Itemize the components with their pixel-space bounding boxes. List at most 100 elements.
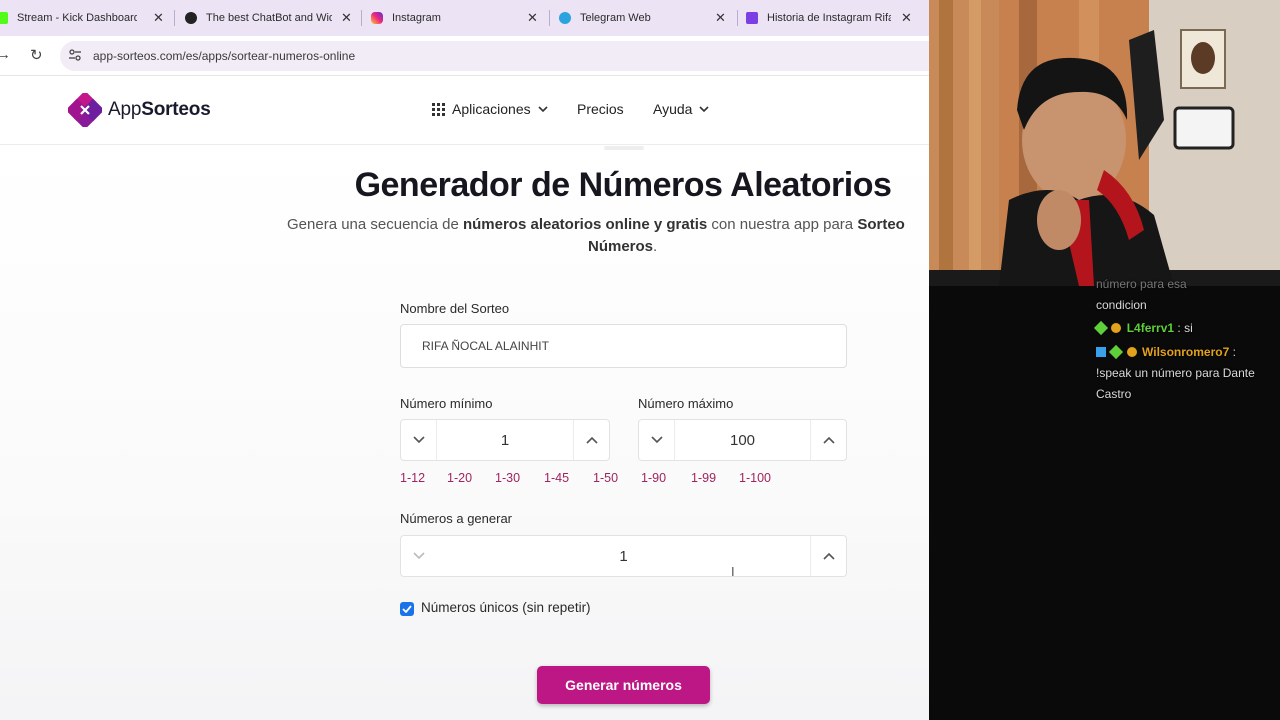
unique-numbers-checkbox[interactable] xyxy=(400,602,414,616)
brand-light: App xyxy=(108,99,142,120)
decrement-button[interactable] xyxy=(639,420,675,460)
close-tab-icon[interactable]: ✕ xyxy=(153,10,164,26)
min-number-stepper: 1 xyxy=(400,419,610,461)
stream-chat-overlay: número para esa condicion L4ferrv1 : si … xyxy=(929,277,1280,720)
chat-username: Wilsonromero7 xyxy=(1142,345,1230,359)
preset-range-link[interactable]: 1-90 xyxy=(641,471,666,485)
increment-button[interactable] xyxy=(810,536,846,576)
instagram-favicon-icon xyxy=(371,12,383,24)
tab-chatbot[interactable]: The best ChatBot and Wid ✕ xyxy=(185,0,355,36)
browser-toolbar: → ↻ app-sorteos.com/es/apps/sortear-nume… xyxy=(0,36,929,76)
chat-message-partial: condicion xyxy=(1096,298,1147,312)
tab-strip: Stream - Kick Dashboard ✕ The best ChatB… xyxy=(0,0,929,36)
chevron-up-icon xyxy=(822,552,835,560)
subtitle-bold: Sorteo xyxy=(857,216,905,233)
close-tab-icon[interactable]: ✕ xyxy=(527,10,538,26)
forward-icon[interactable]: → xyxy=(0,46,11,63)
preset-range-link[interactable]: 1-99 xyxy=(691,471,716,485)
chat-message-partial: número para esa xyxy=(1096,277,1187,291)
preset-range-link[interactable]: 1-12 xyxy=(400,471,425,485)
close-tab-icon[interactable]: ✕ xyxy=(341,10,352,26)
kick-favicon-icon xyxy=(0,12,8,24)
badge-gold-icon xyxy=(1111,323,1122,333)
tab-title: Stream - Kick Dashboard xyxy=(17,12,137,24)
subtitle-bold: Números xyxy=(588,238,654,255)
raffle-name-label: Nombre del Sorteo xyxy=(400,301,510,316)
preset-range-link[interactable]: 1-45 xyxy=(544,471,569,485)
browser-window: Stream - Kick Dashboard ✕ The best ChatB… xyxy=(0,0,929,720)
max-number-stepper: 100 xyxy=(638,419,847,461)
chevron-up-icon xyxy=(822,436,835,444)
unique-numbers-label[interactable]: Números únicos (sin repetir) xyxy=(421,600,591,615)
tab-title: Telegram Web xyxy=(580,12,651,24)
address-bar[interactable]: app-sorteos.com/es/apps/sortear-numeros-… xyxy=(60,41,929,71)
chevron-up-icon xyxy=(585,436,598,444)
nav-precios[interactable]: Precios xyxy=(577,101,624,117)
preset-range-link[interactable]: 1-20 xyxy=(447,471,472,485)
tab-instagram[interactable]: Instagram ✕ xyxy=(371,0,541,36)
checkmark-icon xyxy=(402,605,412,613)
chevron-down-icon xyxy=(650,436,663,444)
reload-icon[interactable]: ↻ xyxy=(30,46,43,64)
preset-range-link[interactable]: 1-50 xyxy=(593,471,618,485)
decrement-button[interactable] xyxy=(401,536,437,576)
increment-button[interactable] xyxy=(810,420,846,460)
tab-telegram[interactable]: Telegram Web ✕ xyxy=(559,0,729,36)
page-title: Generador de Números Aleatorios xyxy=(354,166,892,204)
raffle-name-input[interactable]: RIFA ÑOCAL ALAINHIT xyxy=(400,324,847,368)
subtitle-text: con nuestra app para xyxy=(707,216,858,233)
tab-title: Historia de Instagram Rifa xyxy=(767,12,891,24)
chat-text: : si xyxy=(1174,321,1193,335)
appsorteos-logo[interactable]: AppSorteos xyxy=(68,93,211,127)
logo-mark-icon xyxy=(68,93,102,127)
chevron-down-icon xyxy=(412,436,425,444)
close-tab-icon[interactable]: ✕ xyxy=(715,10,726,26)
brand-name: AppSorteos xyxy=(108,99,211,121)
tab-separator xyxy=(174,10,175,26)
chat-message: L4ferrv1 : si xyxy=(1093,318,1276,339)
chat-text: : xyxy=(1229,345,1236,359)
max-number-value[interactable]: 100 xyxy=(675,420,810,460)
chat-username: L4ferrv1 xyxy=(1126,321,1175,335)
site-header: AppSorteos Aplicaciones Precios Ayuda xyxy=(0,77,929,145)
increment-button[interactable] xyxy=(573,420,609,460)
chat-message: Wilsonromero7 : !speak un número para Da… xyxy=(1096,342,1276,405)
count-label: Números a generar xyxy=(400,511,512,526)
badge-gold-icon xyxy=(1126,347,1137,357)
tab-title: Instagram xyxy=(392,12,441,24)
chevron-down-icon xyxy=(538,105,548,112)
min-number-value[interactable]: 1 xyxy=(437,420,573,460)
telegram-favicon-icon xyxy=(559,12,571,24)
nav-ayuda[interactable]: Ayuda xyxy=(653,101,710,117)
close-tab-icon[interactable]: ✕ xyxy=(901,10,912,26)
badge-green-icon xyxy=(1109,344,1124,360)
nav-label: Ayuda xyxy=(653,101,693,117)
scroll-indicator xyxy=(604,146,644,150)
chatbot-favicon-icon xyxy=(185,12,197,24)
main-content: Generador de Números Aleatorios Genera u… xyxy=(0,146,929,720)
site-settings-icon[interactable] xyxy=(68,48,82,62)
count-value[interactable]: 1 xyxy=(437,536,810,576)
subtitle-bold: números aleatorios online y gratis xyxy=(462,216,708,233)
tab-historia-instagram[interactable]: Historia de Instagram Rifa ✕ xyxy=(746,0,922,36)
preset-range-link[interactable]: 1-30 xyxy=(495,471,520,485)
webcam-feed-image xyxy=(929,0,1280,286)
generate-numbers-button[interactable]: Generar números xyxy=(537,666,710,704)
decrement-button[interactable] xyxy=(401,420,437,460)
nav-label: Aplicaciones xyxy=(452,101,531,117)
badge-blue-icon xyxy=(1096,347,1106,357)
tab-separator xyxy=(737,10,738,26)
nav-label: Precios xyxy=(577,101,624,117)
count-stepper: 1 xyxy=(400,535,847,577)
apps-grid-icon xyxy=(432,102,445,116)
nav-aplicaciones[interactable]: Aplicaciones xyxy=(432,101,548,117)
tab-separator xyxy=(361,10,362,26)
subtitle-text: Genera una secuencia de xyxy=(287,216,463,233)
tab-kick-dashboard[interactable]: Stream - Kick Dashboard ✕ xyxy=(0,0,170,36)
min-number-label: Número mínimo xyxy=(400,396,493,411)
brand-bold: Sorteos xyxy=(141,99,211,120)
url-text: app-sorteos.com/es/apps/sortear-numeros-… xyxy=(93,49,356,63)
chat-text: !speak un número para Dante Castro xyxy=(1096,366,1255,401)
preset-range-link[interactable]: 1-100 xyxy=(739,471,771,485)
chevron-down-icon xyxy=(699,105,710,112)
